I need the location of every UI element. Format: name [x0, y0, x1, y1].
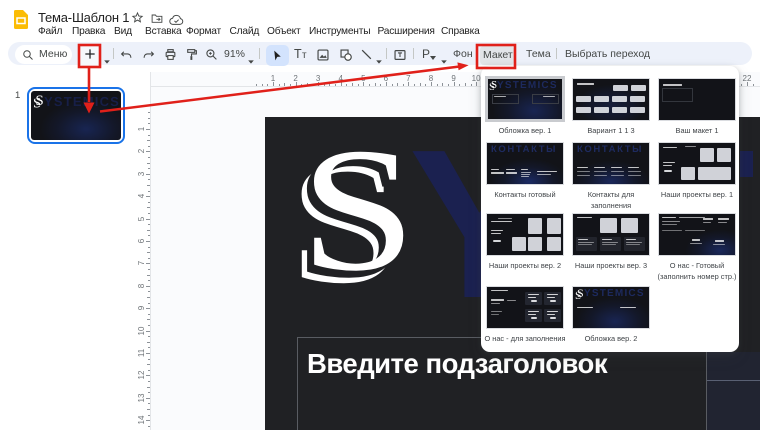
- svg-text:S: S: [491, 80, 497, 91]
- svg-text:S: S: [35, 94, 43, 109]
- svg-text:S: S: [577, 288, 584, 300]
